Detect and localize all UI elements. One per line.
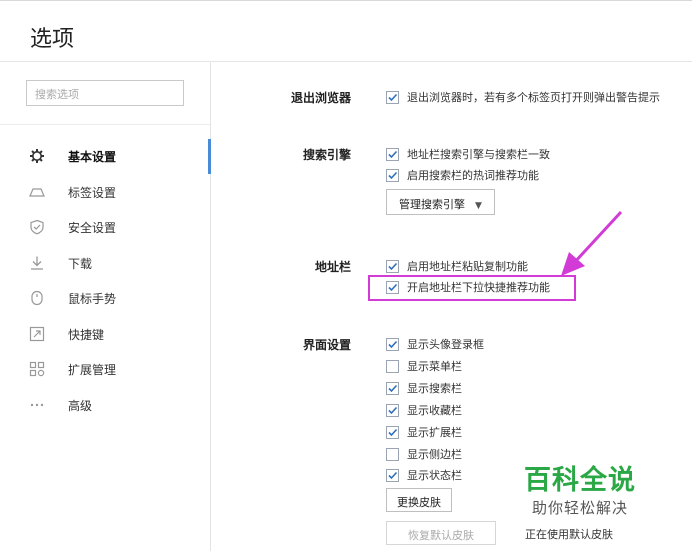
- option-address-paste[interactable]: 启用地址栏粘贴复制功能: [386, 258, 528, 276]
- option-search-sync[interactable]: 地址栏搜索引擎与搜索栏一致: [386, 146, 550, 164]
- sidebar-divider: [0, 124, 210, 125]
- checkbox-checked[interactable]: [386, 168, 399, 182]
- option-label: 启用搜索栏的热词推荐功能: [407, 169, 539, 182]
- option-show-favorites[interactable]: 显示收藏栏: [386, 402, 462, 420]
- option-show-sidebar[interactable]: 显示侧边栏: [386, 446, 462, 464]
- sidebar-item-download[interactable]: 下载: [0, 246, 211, 282]
- skin-status-text: 正在使用默认皮肤: [525, 528, 613, 541]
- settings-content: 退出浏览器 退出浏览器时，若有多个标签页打开则弹出警告提示 搜索引擎 地址栏搜索…: [211, 62, 692, 551]
- option-label: 显示状态栏: [407, 469, 462, 482]
- header: 选项: [0, 0, 692, 62]
- extensions-icon: [29, 361, 45, 377]
- sidebar-item-label: 标签设置: [68, 185, 117, 200]
- option-show-avatar[interactable]: 显示头像登录框: [386, 336, 484, 354]
- sidebar-item-label: 基本设置: [68, 150, 117, 164]
- dropdown-label: 管理搜索引擎: [399, 198, 465, 211]
- section-title-exit: 退出浏览器: [290, 91, 351, 105]
- watermark-subtitle: 助你轻松解决: [531, 499, 628, 517]
- sidebar: 搜索选项 基本设置 标签设置 安全设置 下载 鼠标手势 快捷键 扩展管理 高级: [0, 62, 211, 551]
- sidebar-item-advanced[interactable]: 高级: [0, 388, 211, 424]
- sidebar-item-label: 安全设置: [68, 221, 117, 235]
- tab-icon: [29, 184, 45, 200]
- option-label: 显示菜单栏: [407, 360, 462, 373]
- watermark-logo: 百科全说 助你轻松解决: [515, 458, 645, 518]
- watermark-title: 百科全说: [524, 465, 636, 496]
- section-title-search: 搜索引擎: [302, 148, 351, 162]
- checkbox-checked[interactable]: [386, 259, 399, 273]
- sidebar-item-extensions[interactable]: 扩展管理: [0, 352, 211, 388]
- search-input[interactable]: 搜索选项: [26, 80, 184, 106]
- checkbox-checked[interactable]: [386, 337, 399, 351]
- checkbox-checked[interactable]: [386, 90, 399, 104]
- checkbox-checked[interactable]: [386, 425, 399, 439]
- option-show-menubar[interactable]: 显示菜单栏: [386, 358, 462, 376]
- sidebar-item-security[interactable]: 安全设置: [0, 210, 211, 246]
- sidebar-item-tabs[interactable]: 标签设置: [0, 175, 211, 211]
- checkbox-checked[interactable]: [386, 381, 399, 395]
- option-show-searchbar[interactable]: 显示搜索栏: [386, 380, 462, 398]
- sidebar-item-label: 下载: [68, 256, 93, 271]
- sidebar-nav: 基本设置 标签设置 安全设置 下载 鼠标手势 快捷键 扩展管理 高级: [0, 139, 211, 423]
- option-label: 显示扩展栏: [407, 426, 462, 439]
- mouse-icon: [29, 290, 45, 306]
- restore-default-skin-button[interactable]: 恢复默认皮肤: [386, 521, 496, 545]
- option-label: 启用地址栏粘贴复制功能: [407, 260, 528, 273]
- sidebar-item-mouse-gestures[interactable]: 鼠标手势: [0, 281, 211, 317]
- checkbox-unchecked[interactable]: [386, 447, 399, 461]
- annotation-arrow: [561, 210, 623, 276]
- option-show-extensionbar[interactable]: 显示扩展栏: [386, 424, 462, 442]
- option-show-statusbar[interactable]: 显示状态栏: [386, 467, 462, 485]
- option-label: 地址栏搜索引擎与搜索栏一致: [407, 148, 550, 161]
- sidebar-item-shortcuts[interactable]: 快捷键: [0, 317, 211, 353]
- option-label: 显示收藏栏: [407, 404, 462, 417]
- page-title: 选项: [30, 27, 75, 52]
- sidebar-item-label: 鼠标手势: [68, 292, 117, 306]
- section-title-ui: 界面设置: [302, 338, 351, 352]
- annotation-highlight-box: [368, 275, 576, 301]
- manage-search-engines-dropdown[interactable]: 管理搜索引擎 ▼: [386, 189, 495, 215]
- chevron-down-icon: ▼: [475, 201, 482, 211]
- checkbox-checked[interactable]: [386, 468, 399, 482]
- sidebar-item-label: 扩展管理: [68, 363, 117, 377]
- sidebar-item-basic[interactable]: 基本设置: [0, 139, 211, 175]
- option-exit-warning[interactable]: 退出浏览器时，若有多个标签页打开则弹出警告提示: [386, 89, 660, 107]
- option-label: 显示搜索栏: [407, 382, 462, 395]
- section-title-address: 地址栏: [314, 260, 351, 274]
- sidebar-item-label: 快捷键: [68, 327, 105, 342]
- checkbox-checked[interactable]: [386, 147, 399, 161]
- shield-icon: [29, 219, 45, 235]
- checkbox-unchecked[interactable]: [386, 359, 399, 373]
- more-icon: [29, 397, 45, 413]
- sidebar-item-label: 高级: [68, 398, 93, 413]
- option-search-hotwords[interactable]: 启用搜索栏的热词推荐功能: [386, 167, 539, 185]
- checkbox-checked[interactable]: [386, 403, 399, 417]
- download-icon: [29, 255, 45, 271]
- option-label: 显示侧边栏: [407, 448, 462, 461]
- change-skin-button[interactable]: 更换皮肤: [386, 488, 452, 512]
- option-label: 退出浏览器时，若有多个标签页打开则弹出警告提示: [407, 91, 660, 104]
- gear-icon: [29, 148, 45, 164]
- option-label: 显示头像登录框: [407, 338, 484, 351]
- shortcut-icon: [29, 326, 45, 342]
